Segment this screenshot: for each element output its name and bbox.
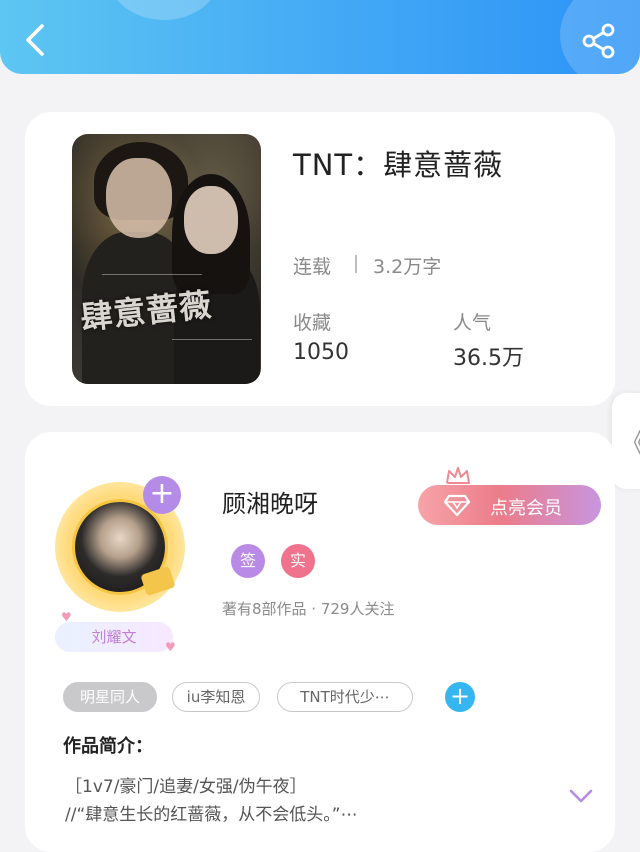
cover-text-line <box>102 274 202 275</box>
top-bar <box>0 0 640 74</box>
book-title: TNT：肆意蔷薇 <box>293 148 504 182</box>
tag-chip[interactable]: 明星同人 <box>63 682 157 712</box>
tag-chip[interactable]: iu李知恩 <box>172 682 260 712</box>
side-drawer-tab[interactable]: 《 <box>612 393 640 489</box>
author-avatar[interactable] <box>55 474 205 644</box>
intro-label: 作品简介： <box>63 736 153 757</box>
cover-figure <box>106 158 172 238</box>
follow-button[interactable]: + <box>143 476 181 514</box>
cover-text-line <box>172 339 252 340</box>
heart-icon: ♥ <box>61 610 72 624</box>
add-tag-button[interactable]: + <box>445 682 475 712</box>
verified-badge: 实 <box>281 544 315 578</box>
chevron-left-icon: 《 <box>620 423 640 460</box>
header-decoration <box>108 0 220 20</box>
chevron-down-icon[interactable] <box>568 787 594 805</box>
author-name[interactable]: 顾湘晚呀 <box>222 484 318 519</box>
share-icon[interactable] <box>580 22 618 60</box>
popularity-label: 人气 <box>453 312 492 334</box>
favorites-label: 收藏 <box>293 312 332 334</box>
heart-icon: ♥ <box>165 640 176 654</box>
divider <box>355 255 357 273</box>
author-card: + 刘耀文 ♥ ♥ 顾湘晚呀 签 实 著有8部作品 · 729人关注 点亮会员 … <box>25 432 615 852</box>
tag-chip[interactable]: TNT时代少⋯ <box>277 682 413 712</box>
signed-badge: 签 <box>231 544 265 578</box>
fan-badge: 刘耀文 <box>55 622 173 652</box>
popularity-value: 36.5万 <box>453 346 524 371</box>
word-count: 3.2万字 <box>373 256 442 278</box>
back-icon[interactable] <box>20 22 52 58</box>
cover-figure <box>184 186 238 254</box>
intro-line: ［1v7/豪门/追妻/女强/伪午夜］ <box>65 777 307 797</box>
vip-button[interactable]: 点亮会员 <box>418 485 601 525</box>
intro-line: //“肆意生长的红蔷薇，从不会低头。”⋯ <box>65 805 358 825</box>
favorites-value: 1050 <box>293 340 349 365</box>
book-cover[interactable]: 肆意蔷薇 <box>72 134 261 384</box>
author-stats: 著有8部作品 · 729人关注 <box>222 600 395 618</box>
book-info-card: 肆意蔷薇 TNT：肆意蔷薇 连载 3.2万字 收藏 1050 人气 36.5万 <box>25 112 615 406</box>
diamond-icon <box>444 494 470 517</box>
crown-icon <box>446 467 470 484</box>
book-status: 连载 <box>293 256 332 278</box>
vip-button-label: 点亮会员 <box>490 498 562 519</box>
